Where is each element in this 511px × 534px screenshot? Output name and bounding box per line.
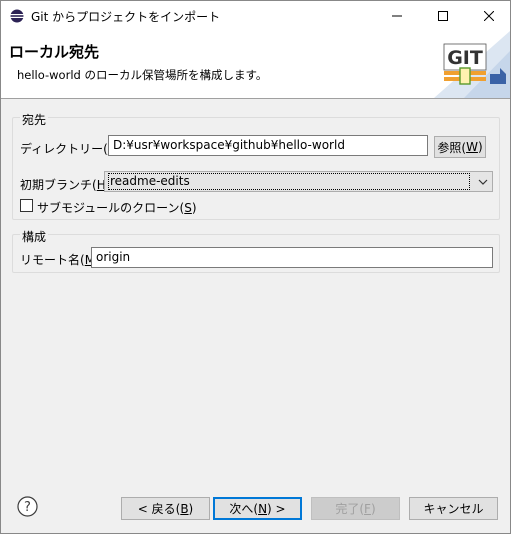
maximize-button[interactable] <box>420 1 466 31</box>
browse-label: 参照( <box>437 140 467 155</box>
clone-submodules-label[interactable]: サブモジュールのクローン(S) <box>37 199 197 216</box>
help-icon[interactable]: ? <box>17 496 38 517</box>
remote-name-input[interactable]: origin <box>91 247 493 268</box>
browse-label-end: ) <box>477 140 483 154</box>
browse-mnemonic: W <box>466 140 478 154</box>
back-button[interactable]: < 戻る(B) <box>121 497 210 520</box>
destination-group-title: 宛先 <box>20 111 49 128</box>
minimize-icon <box>392 15 402 17</box>
next-label-end: ) > <box>267 501 286 516</box>
window-title: Git からプロジェクトをインポート <box>31 10 221 24</box>
remote-label-text: リモート名( <box>20 253 85 267</box>
configuration-group-title: 構成 <box>20 228 49 245</box>
back-label-end: ) <box>188 501 194 516</box>
next-mnemonic: N <box>258 501 268 516</box>
close-icon <box>484 11 494 21</box>
clone-submodules-mnemonic: S <box>184 201 192 215</box>
title-bar[interactable]: Git からプロジェクトをインポート <box>1 1 510 31</box>
finish-button[interactable]: 完了(F) <box>311 497 400 520</box>
next-label: 次へ( <box>229 502 259 516</box>
svg-text:?: ? <box>24 500 31 515</box>
import-dialog-window: Git からプロジェクトをインポート ローカル宛先 hello-world のロ… <box>0 0 511 534</box>
clone-submodules-label-text: サブモジュールのクローン( <box>37 201 185 215</box>
wizard-banner: ローカル宛先 hello-world のローカル保管場所を構成します。 GIT <box>1 31 510 99</box>
back-mnemonic: B <box>180 501 189 516</box>
cancel-button[interactable]: キャンセル <box>409 497 498 520</box>
chevron-down-icon <box>478 179 488 185</box>
page-description: hello-world のローカル保管場所を構成します。 <box>17 68 268 82</box>
clone-submodules-checkbox[interactable] <box>20 199 33 212</box>
clone-submodules-label-end: ) <box>191 201 197 215</box>
maximize-icon <box>438 11 448 21</box>
finish-label: 完了( <box>335 502 365 516</box>
back-label: < 戻る( <box>137 502 181 516</box>
eclipse-icon <box>10 9 24 23</box>
branch-select[interactable]: readme-edits <box>104 171 493 192</box>
git-logo-text: GIT <box>447 47 483 69</box>
close-button[interactable] <box>466 1 511 31</box>
finish-mnemonic: F <box>364 501 371 516</box>
branch-label: 初期ブランチ(H): <box>20 176 114 193</box>
branch-select-value: readme-edits <box>108 173 470 190</box>
directory-input[interactable]: D:¥usr¥workspace¥github¥hello-world <box>108 135 428 156</box>
page-title: ローカル宛先 <box>9 43 100 61</box>
git-logo-icon: GIT <box>434 31 510 98</box>
finish-label-end: ) <box>370 501 376 516</box>
browse-button[interactable]: 参照(W) <box>434 136 486 158</box>
directory-label-text: ディレクトリー( <box>20 142 108 156</box>
next-button[interactable]: 次へ(N) > <box>213 497 302 520</box>
branch-label-text: 初期ブランチ( <box>20 178 97 192</box>
minimize-button[interactable] <box>374 1 420 31</box>
